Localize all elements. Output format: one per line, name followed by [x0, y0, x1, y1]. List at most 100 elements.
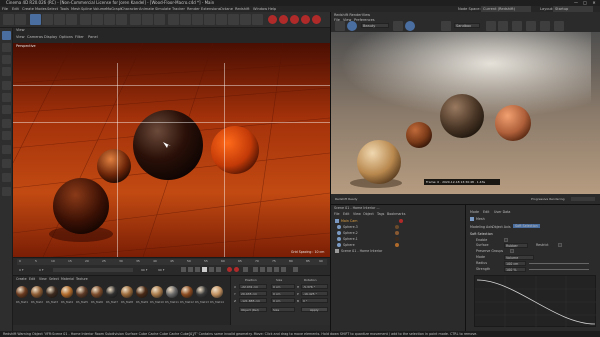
redo-icon[interactable]	[15, 14, 26, 25]
material-swatch[interactable]	[181, 286, 193, 298]
size-mode-select[interactable]: Size	[271, 307, 295, 312]
viewport-menu-panel[interactable]: Panel	[88, 35, 98, 39]
om-menu-edit[interactable]: Edit	[343, 212, 349, 216]
rv-snapshot-icon[interactable]	[393, 21, 403, 31]
position-z-field[interactable]: -121.885 cm	[239, 298, 267, 303]
material-swatch[interactable]	[166, 286, 178, 298]
viewport-menu-display[interactable]: Display	[44, 35, 57, 39]
timeline-window-icon[interactable]	[293, 267, 298, 272]
record-key-icon[interactable]	[227, 267, 232, 272]
om-menu-tags[interactable]: Tags	[377, 212, 384, 216]
floor-icon[interactable]	[228, 14, 239, 25]
sphere-large-dark[interactable]	[53, 178, 109, 234]
redshift-tag-icon[interactable]	[312, 15, 321, 24]
material-swatch[interactable]	[16, 286, 28, 298]
object-row[interactable]: Sphere	[335, 243, 463, 248]
rv-lock-icon[interactable]	[486, 21, 496, 31]
pen-icon[interactable]	[180, 14, 191, 25]
enable-checkbox[interactable]	[504, 238, 508, 242]
snap-icon[interactable]	[2, 145, 11, 154]
material-swatch[interactable]	[76, 286, 88, 298]
strength-slider[interactable]	[529, 269, 589, 270]
render-picture-viewer-icon[interactable]	[142, 14, 153, 25]
rv-ipr-icon[interactable]	[347, 21, 357, 31]
axis-mode-icon[interactable]	[2, 119, 11, 128]
rv-frame-icon[interactable]	[498, 21, 508, 31]
material-tag-icon[interactable]	[395, 225, 399, 229]
size-z-field[interactable]: 0 cm	[271, 298, 295, 303]
model-mode-icon[interactable]	[2, 43, 11, 52]
am-tab-modeling-axis[interactable]: Modeling Axis	[470, 225, 493, 229]
am-tab-soft-selection[interactable]: Soft Selection	[513, 224, 540, 228]
go-to-end-icon[interactable]	[216, 267, 221, 272]
viewport-menu-view[interactable]: View	[16, 35, 25, 39]
material-tag-icon[interactable]	[395, 243, 399, 247]
viewport-menu-options[interactable]: Options	[59, 35, 73, 39]
size-x-field[interactable]: 0 cm	[271, 284, 295, 289]
position-key-icon[interactable]	[253, 267, 258, 272]
object-row[interactable]: Sphere.3	[335, 225, 463, 230]
rotation-h-field[interactable]: -5.376 °	[301, 284, 328, 289]
redshift-material-icon[interactable]	[290, 15, 299, 24]
redshift-light-icon[interactable]	[301, 15, 310, 24]
subdivision-icon[interactable]	[192, 14, 203, 25]
step-back-icon[interactable]	[188, 267, 193, 272]
material-swatch[interactable]	[91, 286, 103, 298]
frame-range-slider[interactable]	[53, 268, 133, 272]
rotation-p-field[interactable]: -16.425 °	[301, 291, 328, 296]
redshift-ipr-icon[interactable]	[279, 15, 288, 24]
apply-button[interactable]: Apply	[301, 307, 328, 312]
rotate-tool-icon[interactable]	[66, 14, 77, 25]
axis-y-icon[interactable]	[92, 14, 103, 25]
tweak-mode-icon[interactable]	[2, 131, 11, 140]
material-tag-icon[interactable]	[395, 231, 399, 235]
material-swatch[interactable]	[136, 286, 148, 298]
mat-menu-texture[interactable]: Texture	[76, 277, 88, 281]
solo-icon[interactable]	[2, 187, 11, 196]
mat-menu-edit[interactable]: Edit	[29, 277, 35, 281]
falloff-graph[interactable]	[474, 275, 597, 328]
scale-key-icon[interactable]	[260, 267, 265, 272]
rotation-key-icon[interactable]	[267, 267, 272, 272]
redshift-render-icon[interactable]	[268, 15, 277, 24]
sphere-orange-right[interactable]	[211, 126, 259, 174]
object-row[interactable]: Scene 01 - Home Interior	[335, 249, 463, 254]
sphere-small-left[interactable]	[97, 149, 131, 183]
undo-icon[interactable]	[3, 14, 14, 25]
timeline-ruler[interactable]: 0 5 10 15 20 25 30 35 40 45 50 55 60 65 …	[17, 259, 327, 265]
am-menu-edit[interactable]: Edit	[483, 210, 489, 214]
om-menu-view[interactable]: View	[353, 212, 361, 216]
mat-menu-create[interactable]: Create	[16, 277, 27, 281]
live-selection-icon[interactable]	[30, 14, 41, 25]
camera-icon[interactable]	[240, 14, 251, 25]
radius-field[interactable]: 100 cm	[504, 261, 526, 266]
render-settings-icon[interactable]	[154, 14, 165, 25]
am-menu-mode[interactable]: Mode	[470, 210, 479, 214]
om-menu-bookmarks[interactable]: Bookmarks	[387, 212, 405, 216]
rv-settings-icon[interactable]	[512, 21, 522, 31]
mat-menu-view[interactable]: View	[39, 277, 47, 281]
rv-bloom-icon[interactable]	[540, 21, 550, 31]
coordinate-mode-select[interactable]: Object (Rel)	[239, 307, 267, 312]
sculpt-icon[interactable]	[2, 173, 11, 182]
texture-mode-icon[interactable]	[2, 55, 11, 64]
am-menu-user-data[interactable]: User Data	[494, 210, 510, 214]
material-swatch[interactable]	[31, 286, 43, 298]
rv-crop-icon[interactable]	[441, 21, 451, 31]
preview-end-field[interactable]: 90 F	[158, 268, 165, 272]
autokey-icon[interactable]	[234, 267, 239, 272]
restrict-checkbox[interactable]	[558, 243, 562, 247]
radius-slider[interactable]	[529, 263, 589, 264]
deformer-icon[interactable]	[216, 14, 227, 25]
object-row[interactable]: Sphere.1	[335, 237, 463, 242]
lock-workplane-icon[interactable]	[2, 159, 11, 168]
current-frame-field[interactable]: 0 F	[39, 268, 44, 272]
play-icon[interactable]	[202, 267, 207, 272]
material-swatch[interactable]	[61, 286, 73, 298]
rv-stop-icon[interactable]	[405, 21, 415, 31]
perspective-viewport[interactable]: Perspective Grid Spacing : 10 cm	[13, 43, 330, 257]
play-backward-icon[interactable]	[195, 267, 200, 272]
render-output-image[interactable]: Frame: 0 · 2020-12-18 13:30:48 · 1.43s	[330, 32, 600, 194]
om-menu-file[interactable]: File	[334, 212, 340, 216]
position-x-field[interactable]: -22.031 cm	[239, 284, 267, 289]
